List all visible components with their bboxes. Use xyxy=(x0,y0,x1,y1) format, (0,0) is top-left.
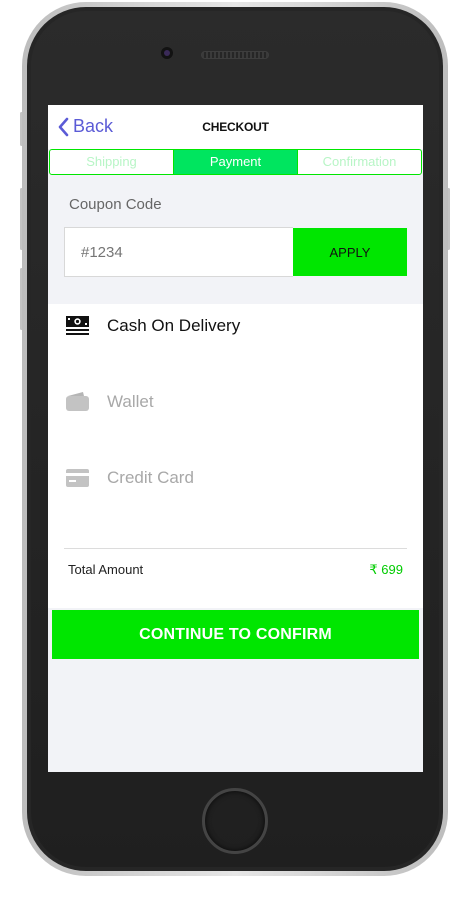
page-title: CHECKOUT xyxy=(202,120,269,134)
cash-icon xyxy=(66,316,89,335)
credit-card-icon xyxy=(66,469,89,487)
front-camera xyxy=(161,47,173,59)
payment-method-credit-card[interactable]: Credit Card xyxy=(48,456,423,500)
payment-method-cash[interactable]: Cash On Delivery xyxy=(48,304,423,348)
tab-shipping[interactable]: Shipping xyxy=(50,150,173,174)
earpiece-speaker xyxy=(201,51,269,59)
coupon-label: Coupon Code xyxy=(69,196,162,213)
total-amount-label: Total Amount xyxy=(68,562,144,577)
credit-card-label: Credit Card xyxy=(107,468,194,487)
payment-method-wallet[interactable]: Wallet xyxy=(48,380,423,424)
app-screen: Back CHECKOUT Shipping Payment Confirmat… xyxy=(48,105,423,772)
tab-confirmation[interactable]: Confirmation xyxy=(298,150,421,174)
total-divider xyxy=(64,548,407,549)
continue-to-confirm-button[interactable]: CONTINUE TO CONFIRM xyxy=(52,610,419,659)
tab-payment[interactable]: Payment xyxy=(173,150,298,174)
apply-button[interactable]: APPLY xyxy=(293,228,407,276)
total-amount-value: ₹ 699 xyxy=(369,562,403,577)
header-bar: Back CHECKOUT xyxy=(48,105,423,149)
wallet-label: Wallet xyxy=(107,392,154,411)
home-button[interactable] xyxy=(202,788,268,854)
wallet-icon xyxy=(66,392,89,411)
payment-methods-panel: Cash On Delivery Wallet Credit Card Tota… xyxy=(48,304,423,608)
coupon-input[interactable] xyxy=(64,227,293,277)
checkout-steps: Shipping Payment Confirmation xyxy=(49,149,422,175)
cash-on-delivery-label: Cash On Delivery xyxy=(107,316,241,335)
